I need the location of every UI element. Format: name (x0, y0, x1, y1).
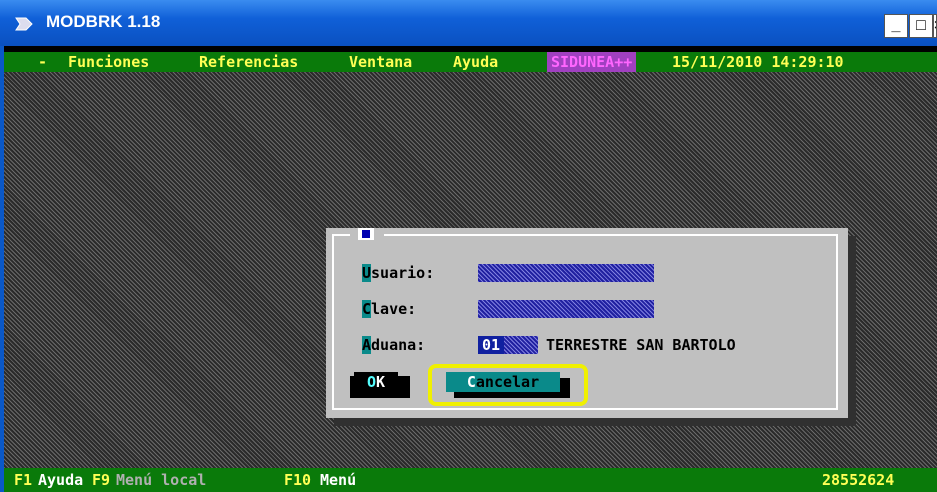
clave-label-text: lave: (371, 300, 417, 318)
minimize-button[interactable]: _ (884, 14, 908, 38)
f9-key[interactable]: F9 (92, 468, 110, 492)
usuario-label-text: suario: (371, 264, 435, 282)
menu-ayuda[interactable]: Ayuda (453, 52, 498, 72)
f10-key[interactable]: F10 (284, 468, 311, 492)
aduana-description: TERRESTRE SAN BARTOLO (546, 336, 736, 354)
usuario-hotkey: U (362, 264, 372, 282)
aduana-code: 01 (478, 336, 505, 354)
datetime: 15/11/2010 14:29:10 (672, 53, 844, 71)
aduana-hotkey: A (362, 336, 372, 354)
system-menu[interactable]: - (38, 52, 47, 72)
status-bar: F1 Ayuda F9 Menú local F10 Menú 28552624 (4, 468, 937, 492)
status-number: 28552624 (822, 471, 895, 489)
dialog-shadow (848, 236, 856, 426)
aduana-label-text: duana: (371, 336, 426, 354)
application-window: MODBRK 1.18 _ □ × - Funciones Referencia… (0, 0, 937, 492)
window-title: MODBRK 1.18 (46, 12, 161, 31)
maximize-button[interactable]: □ (909, 14, 933, 38)
menu-referencias[interactable]: Referencias (199, 52, 298, 72)
menu-ventana[interactable]: Ventana (349, 52, 412, 72)
app-icon (15, 17, 33, 31)
ok-hotkey: O (366, 373, 376, 391)
usuario-input[interactable] (478, 264, 654, 282)
highlight-box (428, 364, 588, 406)
f1-key[interactable]: F1 (14, 468, 32, 492)
dialog-shadow (334, 418, 856, 426)
clave-label: Clave: (362, 300, 416, 318)
f1-label[interactable]: Ayuda (38, 468, 83, 492)
close-button[interactable]: × (933, 14, 937, 38)
f10-label[interactable]: Menú (320, 468, 356, 492)
clave-input[interactable] (478, 300, 654, 318)
system-badge: SIDUNEA++ (547, 52, 637, 72)
terminal-area: - Funciones Referencias Ventana Ayuda SI… (4, 46, 937, 492)
clave-hotkey: C (362, 300, 372, 318)
dialog-close-control[interactable] (350, 228, 384, 242)
menu-bar: - Funciones Referencias Ventana Ayuda SI… (4, 52, 937, 72)
menu-funciones[interactable]: Funciones (68, 52, 149, 72)
usuario-label: Usuario: (362, 264, 434, 282)
ok-label: K (376, 373, 386, 391)
login-dialog: Usuario: Clave: Aduana: 01 TERRESTRE SAN… (326, 228, 848, 418)
aduana-input[interactable]: 01 (478, 336, 538, 354)
title-bar[interactable]: MODBRK 1.18 _ □ × (0, 0, 937, 46)
aduana-label: Aduana: (362, 336, 425, 354)
close-box-icon[interactable] (358, 228, 374, 240)
f9-label[interactable]: Menú local (116, 468, 206, 492)
ok-button[interactable]: OK (354, 372, 398, 392)
